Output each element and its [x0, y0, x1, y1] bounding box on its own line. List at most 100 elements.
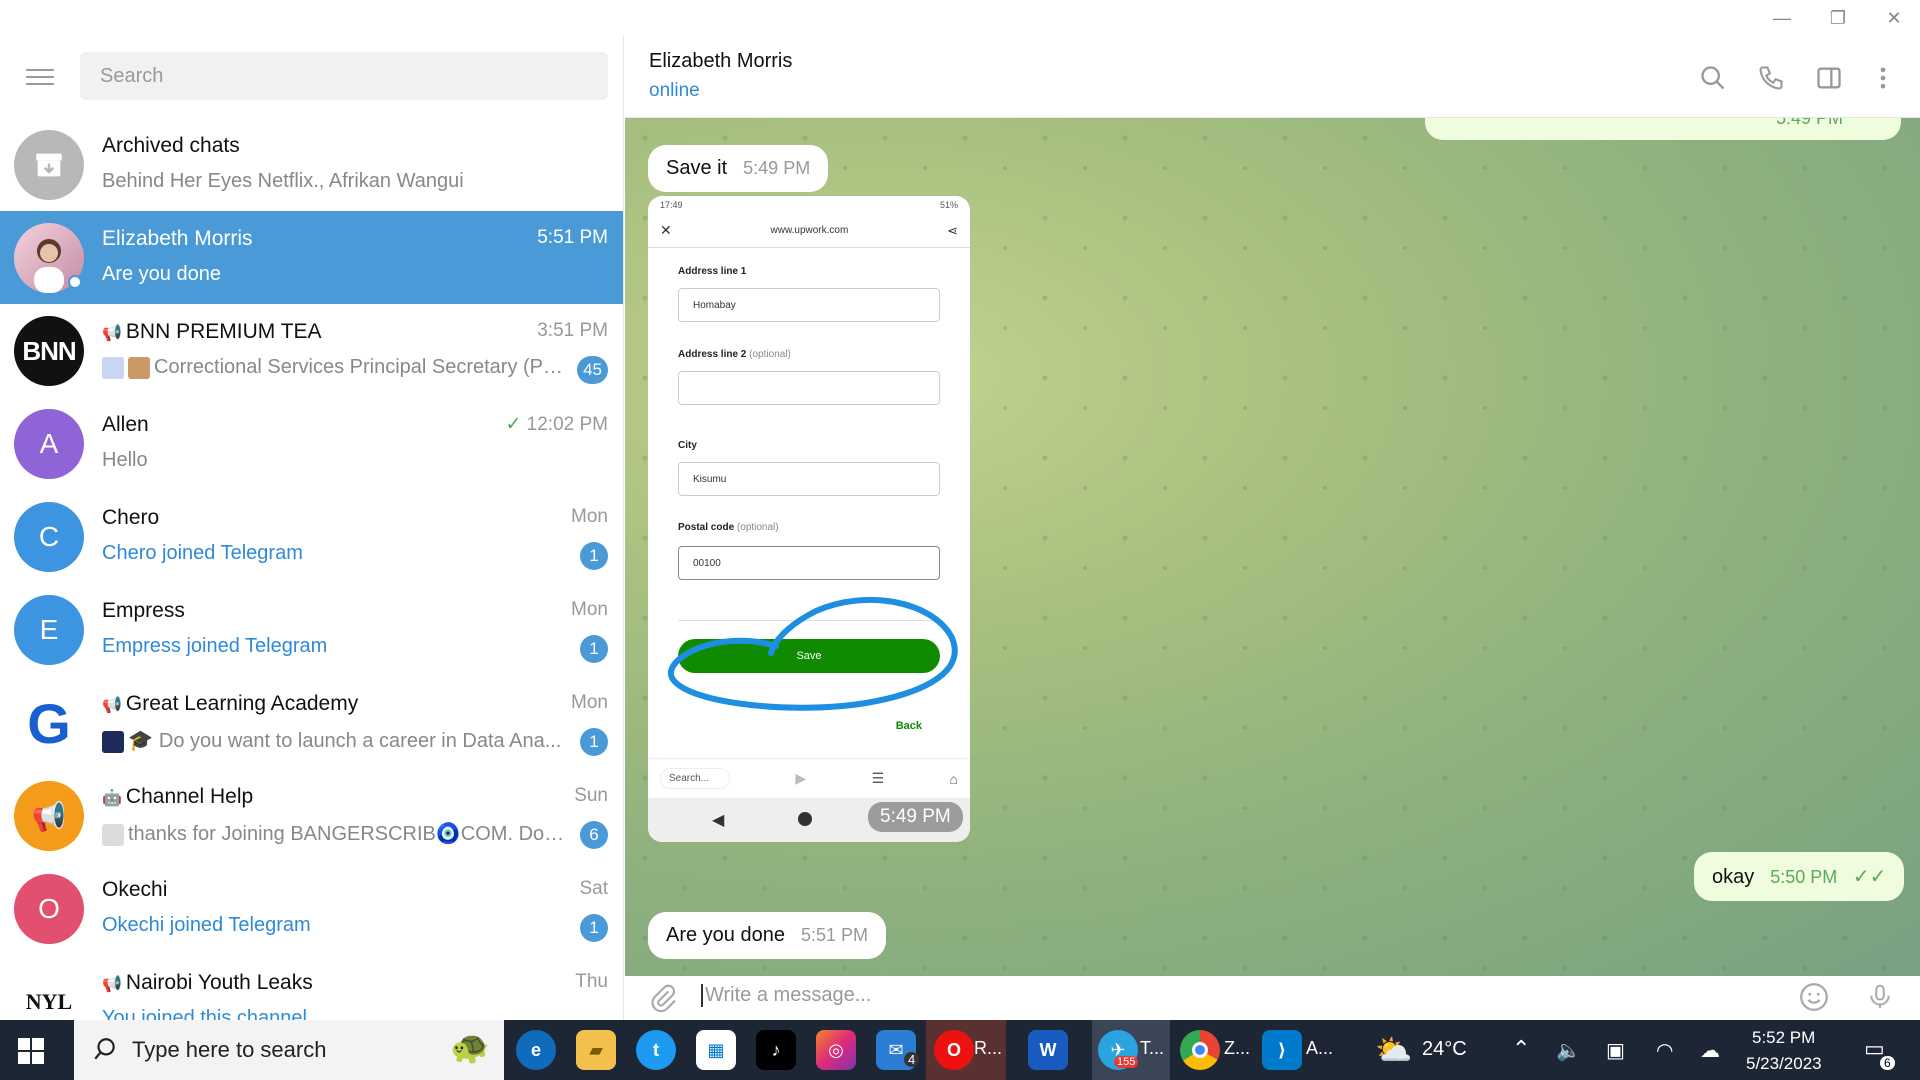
share-icon: ⋖	[947, 222, 958, 238]
unread-badge: 1	[580, 728, 608, 756]
chat-name: Empress	[102, 599, 185, 622]
hamburger-menu-icon[interactable]	[22, 64, 58, 92]
list-icon: ☰	[871, 770, 885, 786]
more-options-icon[interactable]	[1865, 60, 1901, 96]
image-message[interactable]: 17:49 51% ✕ www.upwork.com ⋖ Address line…	[648, 196, 970, 842]
chat-time: 3:51 PM	[537, 320, 608, 341]
message-input[interactable]: Write a message...	[701, 984, 871, 1007]
vscode-icon[interactable]: ⟩	[1262, 1030, 1302, 1070]
chat-item-okechi[interactable]: O Okechi Sat Okechi joined Telegram 1	[0, 862, 623, 955]
chat-item-chero[interactable]: C Chero Mon Chero joined Telegram 1	[0, 490, 623, 583]
field-label: Address line 2 (optional)	[678, 349, 791, 360]
twitter-icon[interactable]: t	[636, 1030, 676, 1070]
field-label: Postal code (optional)	[678, 522, 779, 533]
megaphone-icon: 📢	[102, 325, 122, 342]
avatar: O	[14, 874, 84, 944]
title-bar: — ❐ ✕	[0, 0, 1920, 36]
chat-time: ✓ 12:02 PM	[505, 414, 608, 435]
avatar: C	[14, 502, 84, 572]
chat-name: 📢 Great Learning Academy	[102, 692, 359, 715]
contact-status: online	[649, 80, 700, 101]
message-out[interactable]: okay 5:50 PM ✓✓	[1694, 852, 1905, 901]
chat-preview: Are you done	[102, 263, 221, 285]
unread-badge: 1	[580, 542, 608, 570]
chat-name: Okechi	[102, 878, 168, 901]
search-icon[interactable]	[1695, 60, 1731, 96]
emoji-icon[interactable]	[1797, 980, 1831, 1019]
message-in[interactable]: Save it 5:49 PM	[648, 145, 829, 192]
megaphone-icon: 📢	[102, 976, 122, 993]
avatar: A	[14, 409, 84, 479]
microsoft-store-icon[interactable]: ▦	[696, 1030, 736, 1070]
file-explorer-icon[interactable]: ▰	[576, 1030, 616, 1070]
avatar: E	[14, 595, 84, 665]
city-field: Kisumu	[678, 462, 940, 496]
phone-status-bar: 17:49 51%	[660, 200, 958, 210]
weather-icon[interactable]: ⛅	[1374, 1030, 1414, 1070]
attach-icon[interactable]	[647, 982, 679, 1019]
chat-item-archived[interactable]: Archived chats Behind Her Eyes Netflix.,…	[0, 118, 623, 211]
instagram-icon[interactable]: ◎	[816, 1030, 856, 1070]
close-button[interactable]: ✕	[1872, 6, 1916, 30]
word-icon[interactable]: W	[1028, 1030, 1068, 1070]
chat-item-great-learning-academy[interactable]: G 📢 Great Learning Academy Mon 🎓 Do you wa…	[0, 676, 623, 769]
chat-item-empress[interactable]: E Empress Mon Empress joined Telegram 1	[0, 583, 623, 676]
bot-icon: 🤖	[102, 790, 122, 807]
chat-preview: Chero joined Telegram	[102, 542, 303, 564]
chat-item-nairobi-youth-leaks[interactable]: NYL 📢 Nairobi Youth Leaks Thu You joined …	[0, 955, 623, 1020]
onedrive-icon[interactable]: ☁	[1700, 1038, 1720, 1063]
home-icon: ⌂	[949, 770, 958, 787]
online-indicator	[68, 275, 82, 289]
message-composer: Write a message...	[625, 976, 1920, 1020]
clock-time[interactable]: 5:52 PM	[1752, 1028, 1815, 1048]
wifi-icon[interactable]: ◠	[1656, 1038, 1673, 1063]
chrome-label: Z...	[1224, 1038, 1250, 1058]
windows-start-icon[interactable]	[18, 1038, 44, 1069]
megaphone-icon: 📢	[102, 697, 122, 714]
chat-preview: Empress joined Telegram	[102, 635, 328, 657]
message-in[interactable]: Are you done 5:51 PM	[648, 912, 887, 959]
unread-badge: 1	[580, 914, 608, 942]
clock-date[interactable]: 5/23/2023	[1746, 1054, 1822, 1074]
search-input[interactable]: Search	[80, 52, 608, 100]
chat-item-channel-help[interactable]: 📢 🤖 Channel Help Sun thanks for Joining B…	[0, 769, 623, 862]
tiktok-icon[interactable]: ♪	[756, 1030, 796, 1070]
notification-badge: 6	[1880, 1056, 1895, 1070]
microphone-icon[interactable]	[1865, 980, 1895, 1019]
restore-button[interactable]: ❐	[1816, 6, 1860, 30]
chrome-icon[interactable]	[1180, 1030, 1220, 1070]
windows-taskbar: Type here to search 🐢 e ▰ t ▦ ♪ ◎ ✉ 4 O …	[0, 1020, 1920, 1080]
chat-time: Mon	[571, 692, 608, 713]
chat-name: Chero	[102, 506, 160, 529]
chat-time: Sat	[579, 878, 608, 899]
chat-item-allen[interactable]: A Allen ✓ 12:02 PM Hello	[0, 397, 623, 490]
address1-field: Homabay	[678, 288, 940, 322]
address2-field	[678, 371, 940, 405]
postal-code-field: 00100	[678, 546, 940, 580]
taskbar-search-input[interactable]: Type here to search 🐢	[74, 1020, 504, 1080]
phone-icon[interactable]	[1753, 60, 1789, 96]
show-hidden-icons-icon[interactable]: ⌃	[1512, 1036, 1530, 1062]
contact-name[interactable]: Elizabeth Morris	[649, 50, 792, 73]
field-label: Address line 1	[678, 266, 747, 277]
chat-item-bnn-premium-tea[interactable]: BNN 📢 BNN PREMIUM TEA 3:51 PM Correctiona…	[0, 304, 623, 397]
sidebar-toggle-icon[interactable]	[1811, 60, 1847, 96]
message-out-partial[interactable]: 5:49 PM	[1425, 118, 1901, 140]
field-label: City	[678, 440, 697, 451]
chat-item-elizabeth-morris[interactable]: Elizabeth Morris 5:51 PM Are you done	[0, 211, 623, 304]
meet-now-icon[interactable]: ▣	[1606, 1038, 1625, 1063]
avatar: G	[14, 688, 84, 758]
read-check-icon: ✓	[505, 414, 522, 435]
chat-time: Mon	[571, 506, 608, 527]
chat-name: Allen	[102, 413, 149, 436]
speaker-icon[interactable]: 🔈	[1556, 1038, 1581, 1063]
chat-name: 📢 Nairobi Youth Leaks	[102, 971, 313, 994]
back-link-in-image: Back	[895, 720, 922, 732]
chat-preview: You joined this channel	[102, 1007, 307, 1020]
double-check-icon: ✓✓	[1852, 866, 1887, 888]
turtle-icon: 🐢	[450, 1029, 490, 1065]
minimize-button[interactable]: —	[1760, 6, 1804, 30]
telegram-label: T...	[1140, 1038, 1165, 1058]
edge-icon[interactable]: e	[516, 1030, 556, 1070]
chat-preview: Okechi joined Telegram	[102, 914, 311, 936]
